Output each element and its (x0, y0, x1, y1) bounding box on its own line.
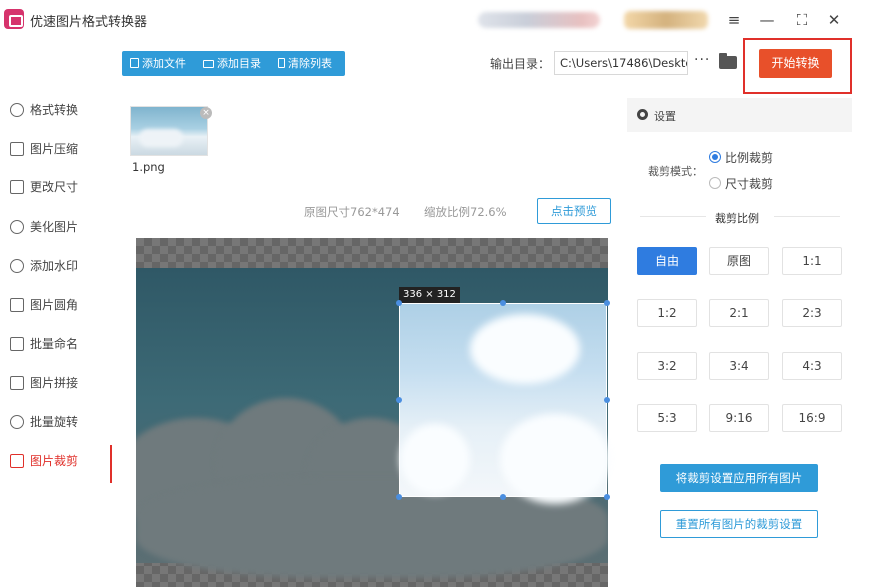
more-options-button[interactable]: ··· (694, 52, 710, 68)
radio-size-crop[interactable] (709, 177, 721, 189)
crop-mode-label: 裁剪模式： (648, 165, 703, 178)
round-corner-icon (10, 298, 24, 312)
apply-all-button[interactable]: 将裁剪设置应用所有图片 (660, 464, 818, 492)
original-size-text: 原图尺寸762*474 (304, 205, 400, 219)
ratio-2-3-button[interactable]: 2:3 (782, 299, 842, 327)
crop-handle-bottom[interactable] (500, 494, 506, 500)
blurred-account-info (478, 12, 600, 28)
scale-text: 缩放比例72.6% (424, 205, 507, 219)
divider (774, 216, 840, 217)
minimize-icon[interactable]: — (755, 8, 779, 32)
file-toolbar: 添加文件 添加目录 清除列表 (122, 51, 345, 76)
crop-handle-top-left[interactable] (396, 300, 402, 306)
menu-icon[interactable]: ≡ (722, 8, 746, 32)
sidebar-item-beautify[interactable]: 美化图片 (10, 216, 110, 238)
sidebar-item-round-corner[interactable]: 图片圆角 (10, 294, 110, 316)
sidebar-item-rotate[interactable]: 批量旋转 (10, 411, 110, 433)
sidebar-active-indicator (110, 445, 112, 483)
file-icon (130, 58, 139, 68)
ratio-5-3-button[interactable]: 5:3 (637, 404, 697, 432)
ratio-original-button[interactable]: 原图 (709, 247, 769, 275)
rotate-icon (10, 415, 24, 429)
sidebar-item-label: 格式转换 (30, 103, 79, 117)
cloud-highlight (500, 414, 610, 504)
compress-icon (10, 142, 24, 156)
clear-list-button[interactable]: 清除列表 (278, 51, 332, 76)
thumbnail-filename: 1.png (132, 160, 165, 174)
add-folder-label: 添加目录 (217, 57, 261, 70)
sidebar-item-resize[interactable]: 更改尺寸 (10, 176, 110, 198)
add-file-label: 添加文件 (142, 57, 186, 70)
sidebar-item-stitch[interactable]: 图片拼接 (10, 372, 110, 394)
sidebar-item-label: 图片压缩 (30, 142, 79, 156)
sidebar-item-label: 图片拼接 (30, 376, 79, 390)
resize-icon (10, 180, 24, 194)
output-dir-label: 输出目录： (490, 57, 551, 71)
image-thumbnail[interactable] (130, 106, 208, 156)
crop-handle-top-right[interactable] (604, 300, 610, 306)
sidebar-item-format[interactable]: 格式转换 (10, 99, 110, 121)
annotation-highlight-box (743, 38, 852, 94)
sidebar-item-label: 添加水印 (30, 259, 79, 273)
crop-selection[interactable] (399, 303, 610, 504)
sidebar-item-rename[interactable]: 批量命名 (10, 333, 110, 355)
beautify-icon (10, 220, 24, 234)
output-dir-input[interactable]: C:\Users\17486\Deskto (554, 51, 688, 75)
sidebar: 格式转换 图片压缩 更改尺寸 美化图片 添加水印 图片圆角 批量命名 图片拼接 … (0, 90, 112, 587)
app-logo-icon (4, 9, 24, 29)
close-icon[interactable]: ✕ (822, 8, 846, 32)
ratio-4-3-button[interactable]: 4:3 (782, 352, 842, 380)
add-folder-button[interactable]: 添加目录 (203, 51, 261, 76)
crop-handle-bottom-right[interactable] (604, 494, 610, 500)
ratio-9-16-button[interactable]: 9:16 (709, 404, 769, 432)
sidebar-item-compress[interactable]: 图片压缩 (10, 138, 110, 160)
gear-icon (637, 109, 648, 120)
remove-image-icon[interactable]: × (200, 107, 212, 119)
stitch-icon (10, 376, 24, 390)
settings-title: 设置 (654, 110, 676, 123)
trash-icon (278, 58, 285, 68)
sidebar-item-label: 图片圆角 (30, 298, 79, 312)
sidebar-item-label: 更改尺寸 (30, 180, 79, 194)
ratio-3-4-button[interactable]: 3:4 (709, 352, 769, 380)
reset-all-button[interactable]: 重置所有图片的裁剪设置 (660, 510, 818, 538)
sidebar-item-crop[interactable]: 图片裁剪 (10, 450, 110, 472)
clear-list-label: 清除列表 (288, 57, 332, 70)
ratio-free-button[interactable]: 自由 (637, 247, 697, 275)
folder-outline-icon (203, 60, 214, 68)
ratio-crop-label[interactable]: 比例裁剪 (725, 149, 773, 166)
sidebar-item-label: 美化图片 (30, 220, 79, 234)
size-crop-label[interactable]: 尺寸裁剪 (725, 175, 773, 192)
divider (640, 216, 706, 217)
crop-handle-right[interactable] (604, 397, 610, 403)
watermark-icon (10, 259, 24, 273)
crop-handle-left[interactable] (396, 397, 402, 403)
preview-button[interactable]: 点击预览 (537, 198, 611, 224)
blurred-vip-badge (624, 11, 708, 29)
sidebar-item-watermark[interactable]: 添加水印 (10, 255, 110, 277)
sidebar-item-label: 批量命名 (30, 337, 79, 351)
ratio-3-2-button[interactable]: 3:2 (637, 352, 697, 380)
ratio-2-1-button[interactable]: 2:1 (709, 299, 769, 327)
crop-size-label: 336 × 312 (399, 287, 460, 303)
ratio-title: 裁剪比例 (715, 212, 759, 225)
crop-handle-bottom-left[interactable] (396, 494, 402, 500)
sidebar-item-label: 图片裁剪 (30, 454, 79, 468)
folder-icon[interactable] (719, 53, 737, 69)
ratio-1-2-button[interactable]: 1:2 (637, 299, 697, 327)
cloud-highlight (400, 424, 470, 494)
radio-ratio-crop[interactable] (709, 151, 721, 163)
add-file-button[interactable]: 添加文件 (130, 51, 186, 76)
maximize-icon[interactable]: ⛶ (790, 8, 814, 32)
ratio-16-9-button[interactable]: 16:9 (782, 404, 842, 432)
cloud-highlight (470, 314, 580, 384)
rename-icon (10, 337, 24, 351)
ratio-1-1-button[interactable]: 1:1 (782, 247, 842, 275)
app-title: 优速图片格式转换器 (30, 15, 148, 30)
crop-handle-top[interactable] (500, 300, 506, 306)
sidebar-item-label: 批量旋转 (30, 415, 79, 429)
crop-icon (10, 454, 24, 468)
format-icon (10, 103, 24, 117)
title-bar: 优速图片格式转换器 ≡ — ⛶ ✕ (0, 0, 871, 40)
